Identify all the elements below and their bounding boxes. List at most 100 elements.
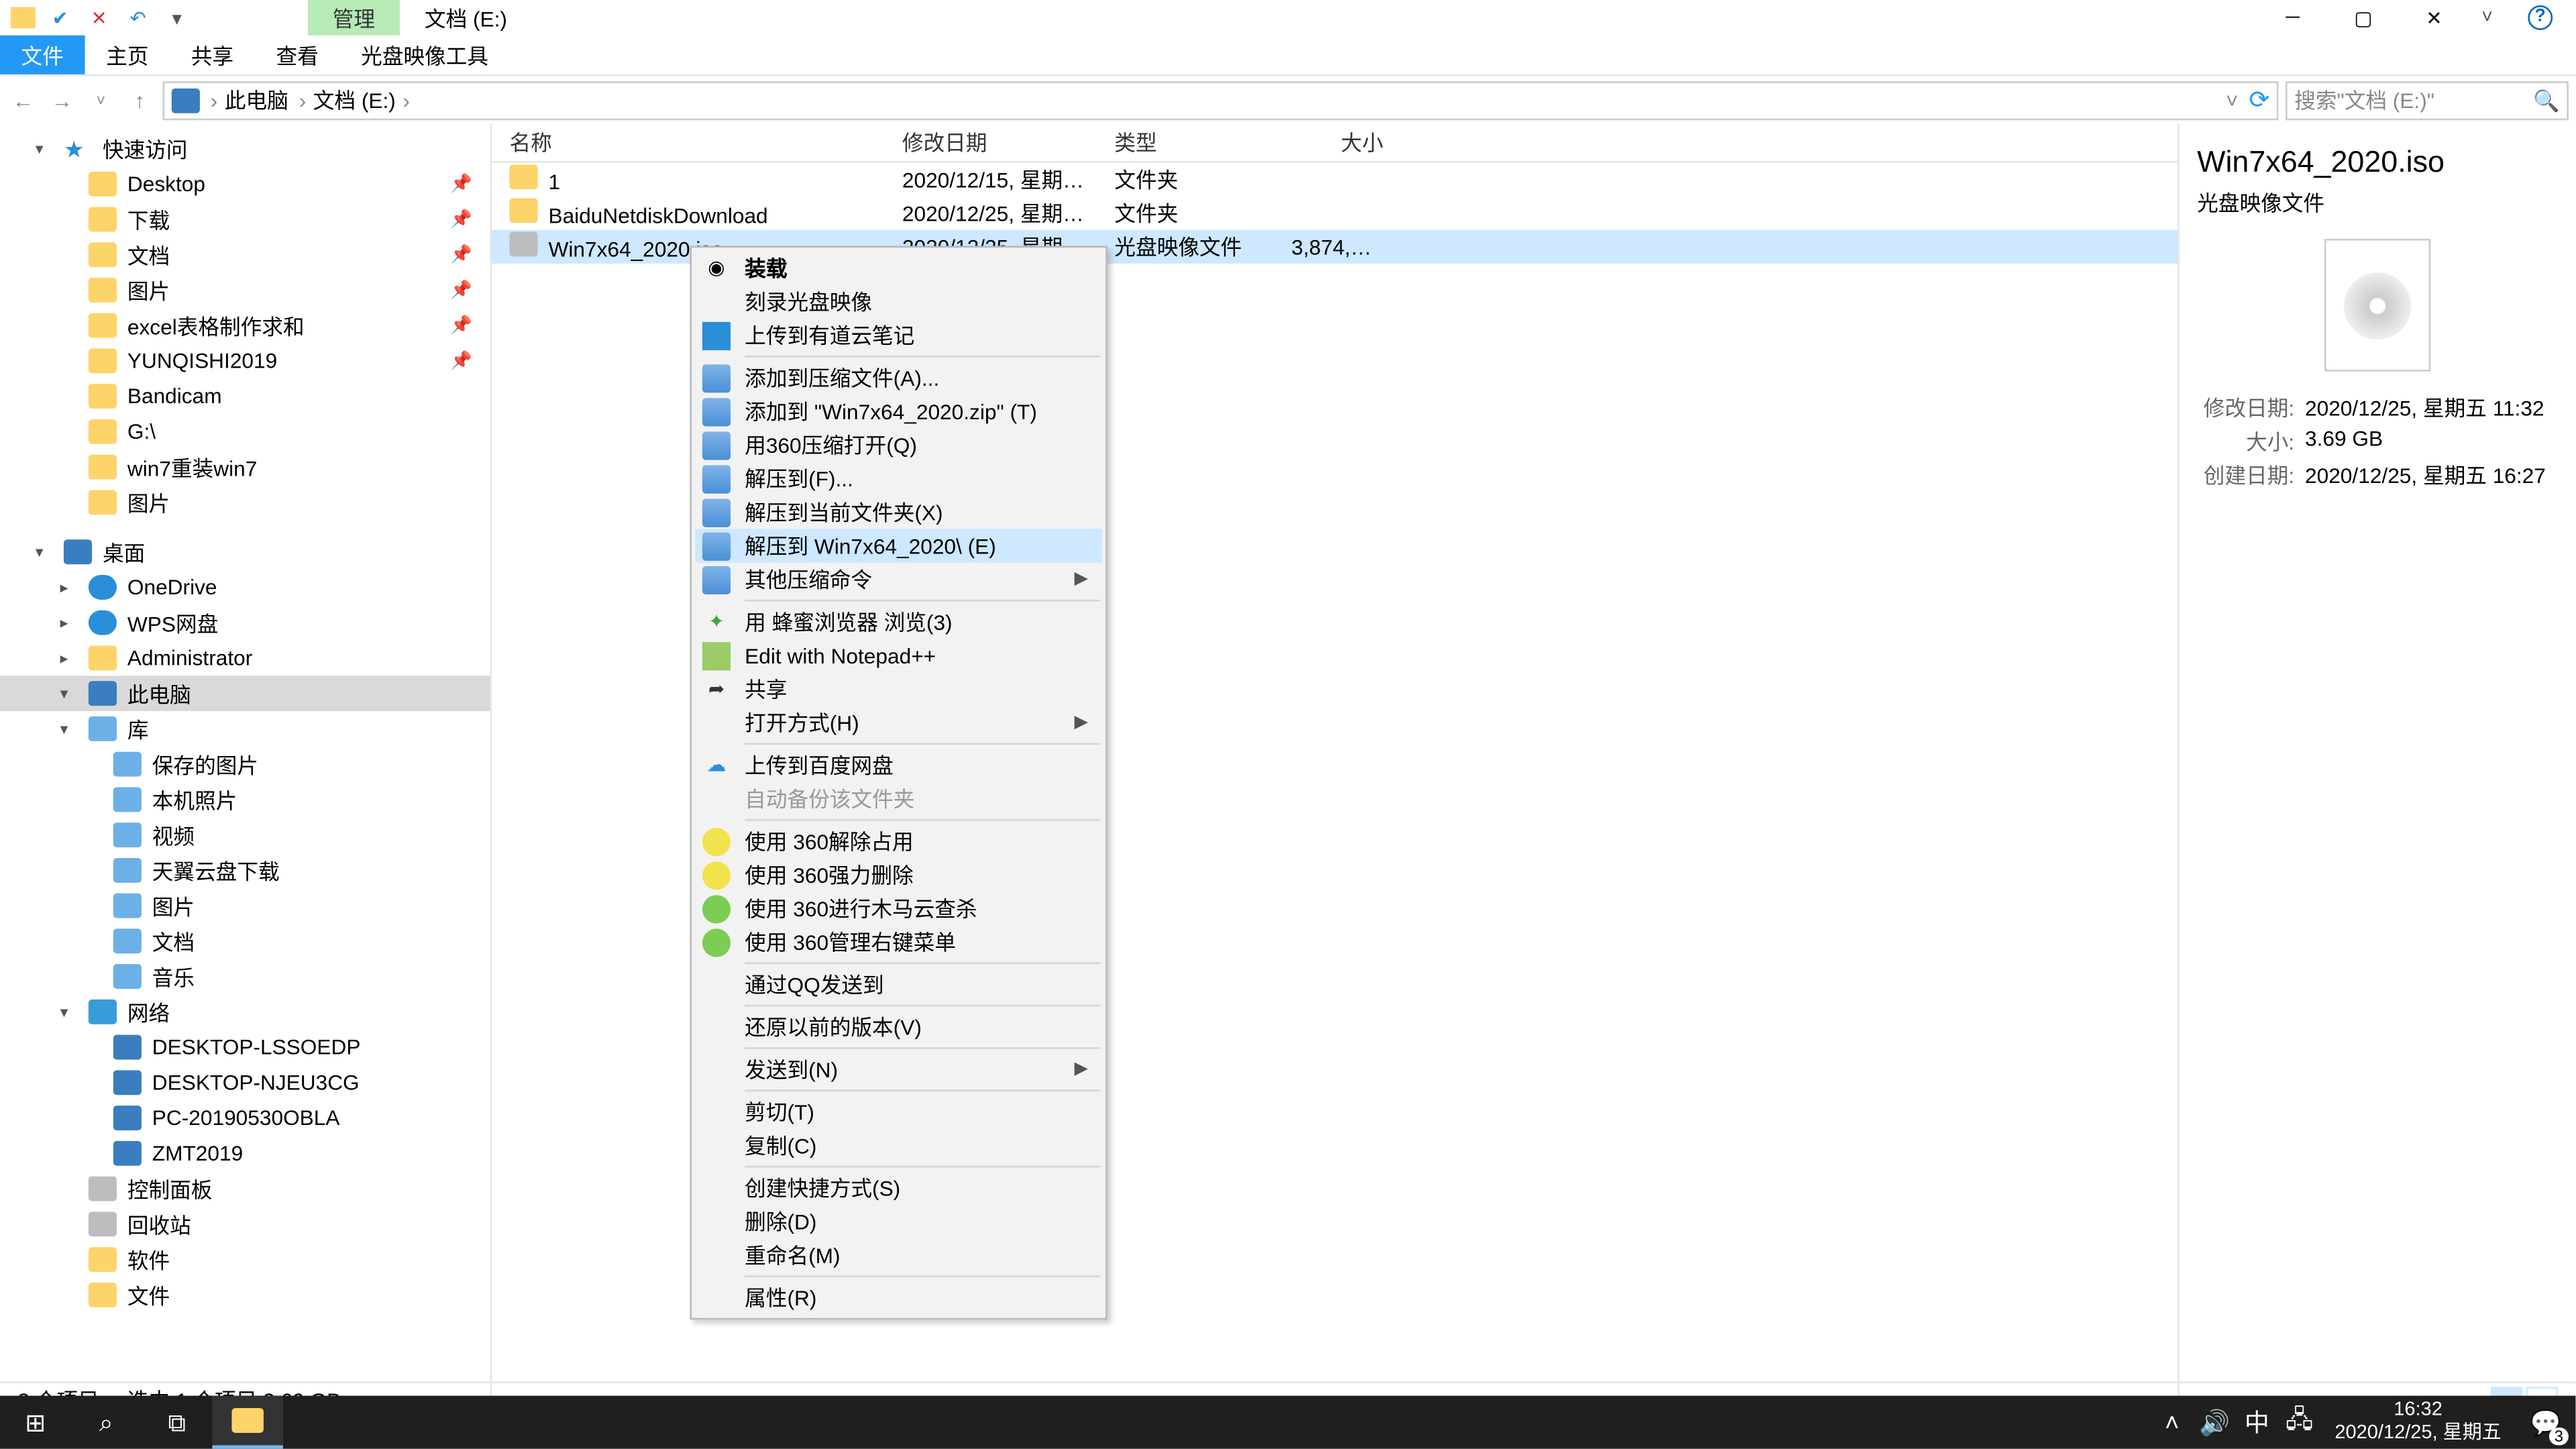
tree-item-图片[interactable]: 图片: [0, 485, 490, 521]
ribbon-toggle-icon[interactable]: ˅: [2469, 0, 2505, 36]
tree-item-ZMT2019[interactable]: ZMT2019: [0, 1136, 490, 1171]
col-size[interactable]: 大小: [1274, 127, 1398, 158]
qat-dropdown-icon[interactable]: ▾: [163, 3, 191, 32]
action-center-button[interactable]: 💬3: [2516, 1396, 2576, 1449]
tree-item-Administrator[interactable]: ▸Administrator: [0, 641, 490, 676]
qat-delete-icon[interactable]: ✕: [85, 3, 113, 32]
minimize-button[interactable]: ─: [2257, 0, 2328, 36]
context-menu-item[interactable]: 刻录光盘映像: [695, 285, 1102, 319]
context-menu-item[interactable]: 上传到有道云笔记: [695, 319, 1102, 352]
taskbar-search-icon[interactable]: ⌕: [70, 1396, 141, 1449]
context-menu-item[interactable]: 使用 360管理右键菜单: [695, 925, 1102, 959]
tree-item-Desktop[interactable]: Desktop📌: [0, 166, 490, 202]
context-menu-item[interactable]: 还原以前的版本(V): [695, 1010, 1102, 1044]
tree-item-PC-20190530OBLA[interactable]: PC-20190530OBLA: [0, 1100, 490, 1136]
qat-undo-icon[interactable]: ↶: [124, 3, 152, 32]
tray-chevron-icon[interactable]: ˄: [2151, 1396, 2193, 1449]
nav-tree[interactable]: ▾★快速访问 Desktop📌 下载📌 文档📌 图片📌 excel表格制作求和📌…: [0, 124, 492, 1398]
nav-back-button[interactable]: ←: [7, 84, 39, 115]
tree-item-库[interactable]: ▾库: [0, 711, 490, 747]
context-menu-item[interactable]: 使用 360强力删除: [695, 858, 1102, 892]
taskbar-explorer-icon[interactable]: [212, 1396, 282, 1449]
context-menu-item[interactable]: ◉装载: [695, 251, 1102, 284]
tree-item-控制面板[interactable]: 控制面板: [0, 1171, 490, 1207]
system-tray[interactable]: ˄ 🔊 中 🖧 16:322020/12/25, 星期五 💬3: [2151, 1396, 2575, 1449]
col-name[interactable]: 名称: [492, 127, 884, 158]
context-menu-item[interactable]: 删除(D): [695, 1205, 1102, 1238]
tree-item-文档[interactable]: 文档: [0, 924, 490, 959]
tree-item-天翼云盘下载[interactable]: 天翼云盘下载: [0, 853, 490, 888]
ribbon-tab-file[interactable]: 文件: [0, 36, 85, 74]
nav-up-button[interactable]: ↑: [124, 84, 156, 115]
taskbar-clock[interactable]: 16:322020/12/25, 星期五: [2320, 1399, 2516, 1446]
breadcrumb[interactable]: ›此电脑 ›文档 (E:) › ˅ ⟳: [163, 80, 2279, 119]
context-menu-item[interactable]: 重命名(M): [695, 1238, 1102, 1272]
search-icon[interactable]: 🔍: [2533, 88, 2559, 113]
tree-item-图片[interactable]: 图片: [0, 888, 490, 924]
tree-item-音乐[interactable]: 音乐: [0, 959, 490, 994]
tree-item-文档[interactable]: 文档📌: [0, 237, 490, 272]
tree-item-图片[interactable]: 图片📌: [0, 272, 490, 308]
help-button[interactable]: ?: [2505, 0, 2575, 36]
col-type[interactable]: 类型: [1097, 127, 1274, 158]
tray-ime-indicator[interactable]: 中: [2236, 1396, 2278, 1449]
start-button[interactable]: ⊞: [0, 1396, 70, 1449]
contextual-tab[interactable]: 管理: [308, 0, 400, 36]
tree-item-WPS网盘[interactable]: ▸WPS网盘: [0, 605, 490, 641]
tray-network-icon[interactable]: 🖧: [2278, 1396, 2320, 1449]
context-menu-item[interactable]: 用360压缩打开(Q): [695, 428, 1102, 462]
tree-desktop[interactable]: ▾桌面: [0, 534, 490, 570]
ribbon-tab-share[interactable]: 共享: [170, 36, 255, 74]
tree-item-保存的图片[interactable]: 保存的图片: [0, 747, 490, 782]
qat-save-icon[interactable]: ✔: [46, 3, 74, 32]
tree-item-回收站[interactable]: 回收站: [0, 1206, 490, 1242]
context-menu-item[interactable]: ☁上传到百度网盘: [695, 748, 1102, 782]
context-menu-item[interactable]: 使用 360进行木马云查杀: [695, 892, 1102, 925]
tree-item-OneDrive[interactable]: ▸OneDrive: [0, 570, 490, 605]
ribbon-tab-home[interactable]: 主页: [85, 36, 170, 74]
nav-forward-button[interactable]: →: [46, 84, 78, 115]
refresh-button[interactable]: ⟳: [2249, 85, 2269, 115]
ribbon-tab-disc-tools[interactable]: 光盘映像工具: [339, 36, 509, 74]
nav-history-dropdown[interactable]: ˅: [85, 84, 117, 115]
tree-network[interactable]: ▾网络: [0, 994, 490, 1030]
column-headers[interactable]: 名称 修改日期 类型 大小: [492, 124, 2178, 163]
maximize-button[interactable]: ▢: [2328, 0, 2398, 36]
search-input[interactable]: 搜索"文档 (E:)" 🔍: [2286, 80, 2569, 119]
col-date[interactable]: 修改日期: [885, 127, 1097, 158]
file-row[interactable]: BaiduNetdiskDownload 2020/12/25, 星期五 1..…: [492, 197, 2178, 230]
close-button[interactable]: ✕: [2399, 0, 2469, 36]
tree-quick-access[interactable]: ▾★快速访问: [0, 131, 490, 166]
context-menu-item[interactable]: 其他压缩命令 ▶: [695, 563, 1102, 596]
context-menu-item[interactable]: 使用 360解除占用: [695, 824, 1102, 858]
context-menu-item[interactable]: Edit with Notepad++: [695, 639, 1102, 672]
tree-item-视频[interactable]: 视频: [0, 817, 490, 853]
context-menu-item[interactable]: 解压到当前文件夹(X): [695, 495, 1102, 529]
tree-item-此电脑[interactable]: ▾此电脑: [0, 676, 490, 711]
tree-item-excel表格制作求和[interactable]: excel表格制作求和📌: [0, 308, 490, 343]
tree-item-YUNQISHI2019[interactable]: YUNQISHI2019📌: [0, 343, 490, 379]
tree-item-DESKTOP-LSSOEDP[interactable]: DESKTOP-LSSOEDP: [0, 1030, 490, 1065]
context-menu-item[interactable]: 复制(C): [695, 1128, 1102, 1162]
tree-item-G:\[interactable]: G:\: [0, 414, 490, 449]
context-menu-item[interactable]: 添加到压缩文件(A)...: [695, 361, 1102, 394]
context-menu-item[interactable]: 创建快捷方式(S): [695, 1171, 1102, 1205]
crumb-loc[interactable]: 文档 (E:): [313, 85, 396, 115]
context-menu[interactable]: ◉装载 刻录光盘映像 上传到有道云笔记 添加到压缩文件(A)... 添加到 "W…: [690, 246, 1107, 1320]
context-menu-item[interactable]: 打开方式(H) ▶: [695, 706, 1102, 739]
tree-item-Bandicam[interactable]: Bandicam: [0, 378, 490, 414]
context-menu-item[interactable]: 剪切(T): [695, 1095, 1102, 1128]
tray-volume-icon[interactable]: 🔊: [2193, 1396, 2235, 1449]
breadcrumb-dropdown-icon[interactable]: ˅: [2226, 88, 2239, 113]
context-menu-item[interactable]: 解压到 Win7x64_2020\ (E): [695, 529, 1102, 562]
ribbon-tab-view[interactable]: 查看: [255, 36, 340, 74]
context-menu-item[interactable]: ✦用 蜂蜜浏览器 浏览(3): [695, 605, 1102, 639]
context-menu-item[interactable]: 解压到(F)...: [695, 462, 1102, 495]
tree-item-下载[interactable]: 下载📌: [0, 202, 490, 237]
taskbar[interactable]: ⊞ ⌕ ⧉ ˄ 🔊 中 🖧 16:322020/12/25, 星期五 💬3: [0, 1396, 2575, 1449]
context-menu-item[interactable]: 通过QQ发送到: [695, 967, 1102, 1001]
tree-item-文件[interactable]: 文件: [0, 1277, 490, 1313]
file-row[interactable]: 1 2020/12/15, 星期二 1... 文件夹: [492, 163, 2178, 197]
context-menu-item[interactable]: 添加到 "Win7x64_2020.zip" (T): [695, 394, 1102, 428]
context-menu-item[interactable]: ➦共享: [695, 672, 1102, 706]
